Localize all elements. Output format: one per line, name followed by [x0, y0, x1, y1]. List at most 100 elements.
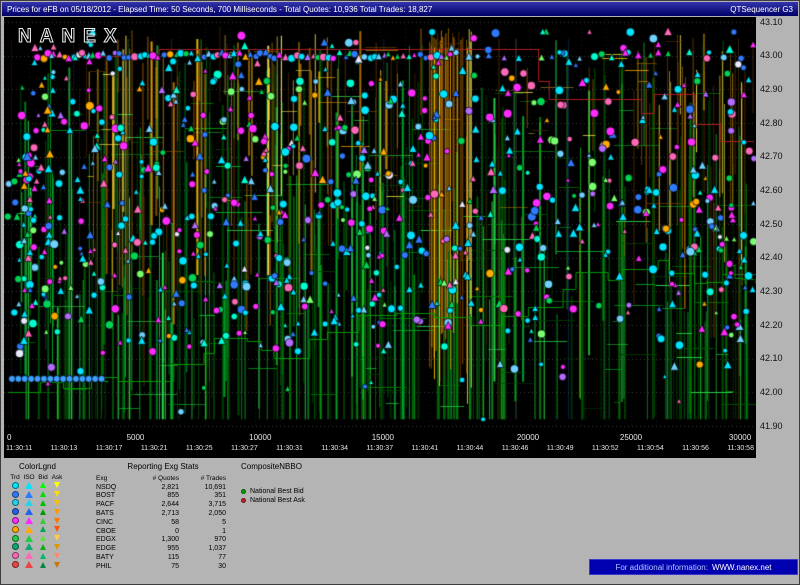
nbbo-label: National Best Bid: [250, 488, 304, 495]
stats-row: EDGX1,300970: [96, 536, 230, 545]
price-tick-label: 42.90: [760, 84, 783, 94]
ask-marker-cell: [50, 544, 64, 550]
time-tick-label: 11:30:49: [547, 445, 574, 452]
nbbo-label: National Best Ask: [250, 497, 305, 504]
ask-marker-cell: [50, 509, 64, 515]
trade-count: 1,037: [179, 545, 226, 552]
trade-circle-icon: [12, 535, 19, 542]
time-tick-label: 11:30:58: [727, 445, 754, 452]
trade-marker-cell: [8, 561, 22, 568]
iso-triangle-icon: [25, 526, 33, 533]
ask-marker-icon: [54, 553, 60, 559]
nbbo-item: National Best Bid: [241, 487, 361, 496]
price-tick-label: 42.10: [760, 353, 783, 363]
exchange-name: BATS: [96, 510, 132, 517]
bid-marker-cell: [36, 535, 50, 541]
bid-marker-cell: [36, 526, 50, 532]
iso-marker-cell: [22, 561, 36, 568]
time-tick-label: 11:30:37: [366, 445, 393, 452]
ask-marker-icon: [54, 491, 60, 497]
bid-marker-icon: [40, 553, 46, 559]
color-legend-row: [8, 507, 72, 516]
time-axis: 11:30:1111:30:1311:30:1711:30:2111:30:25…: [6, 445, 754, 452]
exchange-name: EDGX: [96, 536, 132, 543]
trade-circle-icon: [12, 482, 19, 489]
nbbo-item: National Best Ask: [241, 496, 361, 505]
ask-marker-cell: [50, 535, 64, 541]
ask-marker-icon: [54, 482, 60, 488]
sequence-axis: 050001000015000200002500030000: [4, 432, 756, 443]
sequence-tick-label: 15000: [372, 433, 394, 442]
bid-marker-icon: [40, 562, 46, 568]
sequence-tick-label: 20000: [517, 433, 539, 442]
header-quotes: # Quotes: [132, 475, 179, 482]
header-exg: Exg: [96, 475, 132, 482]
time-tick-label: 11:30:41: [411, 445, 438, 452]
quote-count: 0: [132, 528, 179, 535]
composite-nbbo-legend: CompositeNBBO National Best BidNational …: [241, 462, 361, 505]
color-legend-row: [8, 534, 72, 543]
nanex-url-link[interactable]: WWW.nanex.net: [712, 563, 772, 572]
color-legend-row: [8, 551, 72, 560]
app-name: QTSequencer G3: [730, 5, 793, 14]
time-tick-label: 11:30:44: [457, 445, 484, 452]
quote-count: 75: [132, 563, 179, 570]
quote-count: 1,300: [132, 536, 179, 543]
trade-circle-icon: [12, 499, 19, 506]
bid-marker-icon: [40, 509, 46, 515]
iso-triangle-icon: [25, 543, 33, 550]
bid-marker-cell: [36, 491, 50, 497]
bid-marker-icon: [40, 482, 46, 488]
trade-count: 1: [179, 528, 226, 535]
bid-marker-cell: [36, 544, 50, 550]
price-tick-label: 42.80: [760, 118, 783, 128]
color-legend-row: [8, 525, 72, 534]
ask-marker-icon: [54, 544, 60, 550]
iso-triangle-icon: [25, 491, 33, 498]
price-tick-label: 42.20: [760, 320, 783, 330]
stats-row: EDGE9551,037: [96, 544, 230, 553]
ask-marker-cell: [50, 518, 64, 524]
quote-count: 58: [132, 519, 179, 526]
quote-count: 115: [132, 554, 179, 561]
trade-marker-cell: [8, 535, 22, 542]
nbbo-dot-icon: [241, 498, 246, 503]
iso-triangle-icon: [25, 561, 33, 568]
trade-count: 3,715: [179, 501, 226, 508]
color-legend-rows: [8, 481, 72, 569]
col-bid: Bid: [36, 474, 50, 481]
trade-circle-icon: [12, 552, 19, 559]
iso-triangle-icon: [25, 499, 33, 506]
ask-marker-icon: [54, 518, 60, 524]
iso-triangle-icon: [25, 517, 33, 524]
sequence-tick-label: 25000: [620, 433, 642, 442]
svg-text:NANEX: NANEX: [18, 26, 125, 47]
stats-row: NSDQ2,82110,691: [96, 483, 230, 492]
sequence-tick-label: 0: [7, 433, 11, 442]
time-tick-label: 11:30:17: [96, 445, 123, 452]
price-chart: NANEX: [4, 17, 756, 431]
time-tick-label: 11:30:13: [51, 445, 78, 452]
price-tick-label: 42.00: [760, 387, 783, 397]
quote-count: 2,644: [132, 501, 179, 508]
stats-row: PACF2,6443,715: [96, 500, 230, 509]
exchange-name: CBOE: [96, 528, 132, 535]
quote-trade-scatter-canvas[interactable]: [4, 17, 756, 431]
stats-row: BATS2,7132,050: [96, 509, 230, 518]
iso-triangle-icon: [25, 535, 33, 542]
exchange-name: BATY: [96, 554, 132, 561]
trade-count: 351: [179, 492, 226, 499]
price-tick-label: 43.00: [760, 50, 783, 60]
legend-panel: ColorLgnd Trd ISO Bid Ask Reporting Exg …: [1, 459, 800, 585]
time-tick-label: 11:30:54: [637, 445, 664, 452]
ask-marker-cell: [50, 482, 64, 488]
trade-circle-icon: [12, 491, 19, 498]
col-trd: Trd: [8, 474, 22, 481]
color-legend-row: [8, 490, 72, 499]
info-footer: For additional information: WWW.nanex.ne…: [589, 559, 798, 575]
iso-triangle-icon: [25, 552, 33, 559]
quote-count: 855: [132, 492, 179, 499]
color-legend-columns: Trd ISO Bid Ask: [8, 474, 72, 481]
stats-rows: NSDQ2,82110,691BOST855351PACF2,6443,715B…: [96, 483, 230, 571]
bid-marker-cell: [36, 482, 50, 488]
